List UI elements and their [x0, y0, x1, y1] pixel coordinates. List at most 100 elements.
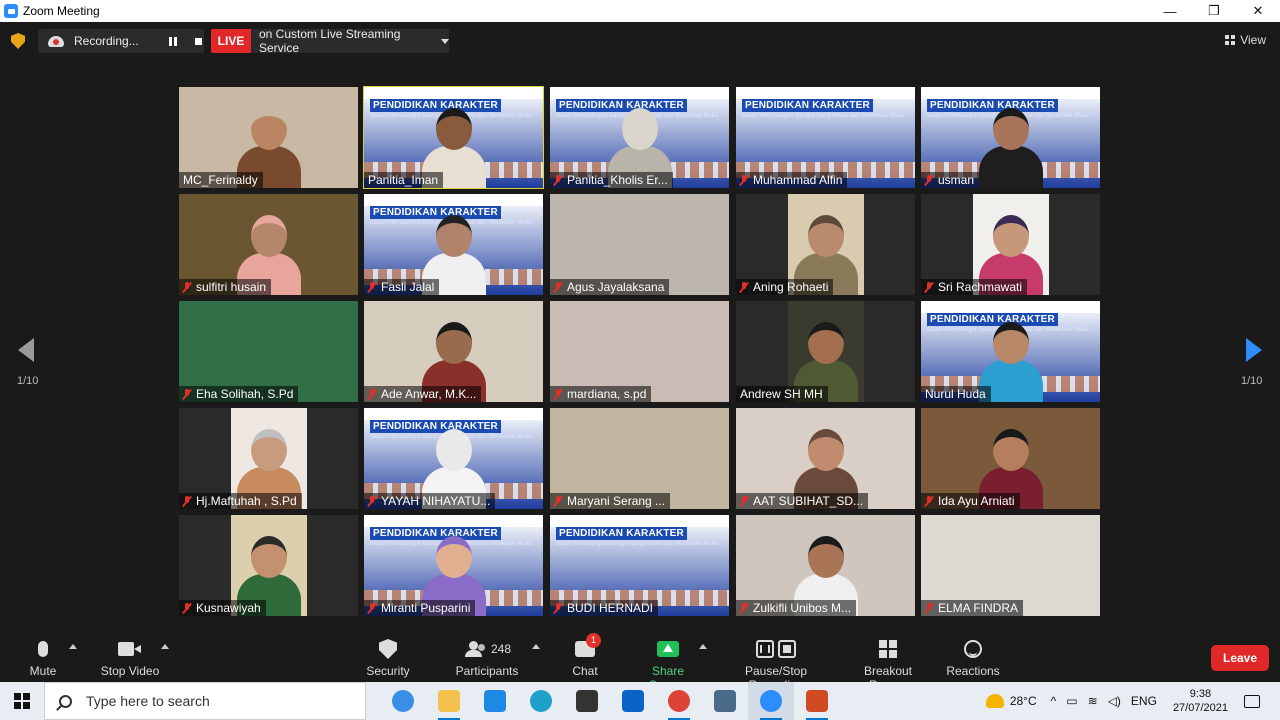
participant-person — [978, 102, 1043, 188]
participant-video-tile[interactable]: Sri Rachmawati — [921, 194, 1100, 295]
participant-video-tile[interactable]: Zulkifli Unibos M... — [736, 515, 915, 616]
previous-page-icon[interactable] — [18, 338, 34, 362]
temperature-label[interactable]: 28°C — [1010, 694, 1037, 708]
muted-microphone-icon — [368, 602, 376, 614]
taskbar-app-app-l[interactable] — [472, 682, 518, 720]
stop-recording-icon[interactable] — [194, 37, 202, 45]
participants-count: 248 — [490, 642, 512, 656]
security-shield-icon[interactable] — [11, 33, 25, 49]
participant-video-tile[interactable]: PENDIDIKAN KARAKTER dalam Membangun Bangs… — [364, 408, 543, 509]
participant-name: BUDI HERNADI — [567, 601, 654, 615]
participant-face — [807, 536, 844, 578]
participant-video-tile[interactable]: PENDIDIKAN KARAKTER dalam Membangun Bangs… — [736, 87, 915, 188]
participant-video-tile[interactable]: PENDIDIKAN KARAKTER dalam Membangun Bangs… — [550, 515, 729, 616]
language-indicator[interactable]: ENG — [1131, 694, 1157, 708]
participant-face — [250, 536, 287, 578]
participant-name-bar: Muhammad Alfin — [736, 172, 848, 188]
live-badge: LIVE — [211, 29, 251, 53]
participant-name: YAYAH NIHAYATU... — [381, 494, 491, 508]
participant-face — [250, 429, 287, 471]
meeting-topbar: Recording... LIVE on Custom Live Streami… — [0, 22, 1280, 60]
taskbar-app-store[interactable] — [564, 682, 610, 720]
taskbar-app-network-app[interactable] — [702, 682, 748, 720]
muted-microphone-icon — [183, 281, 191, 293]
close-button[interactable]: ✕ — [1236, 0, 1280, 22]
taskbar-app-file-explorer[interactable] — [426, 682, 472, 720]
participant-video-tile[interactable]: MC_Ferinaldy — [179, 87, 358, 188]
meeting-toolbar: Mute Stop Video Security 248 Participant… — [0, 633, 1280, 692]
share-screen-icon — [657, 641, 679, 657]
taskbar-search-input[interactable]: Type here to search — [44, 682, 366, 720]
participant-video-tile[interactable]: Andrew SH MH — [736, 301, 915, 402]
muted-microphone-icon — [183, 388, 191, 400]
participant-name-bar: Eha Solihah, S.Pd — [179, 386, 299, 402]
muted-microphone-icon — [925, 602, 933, 614]
participant-name-bar: ELMA FINDRA — [921, 600, 1024, 616]
app-l-icon — [484, 690, 506, 712]
participant-video-tile[interactable]: mardiana, s.pd — [550, 301, 729, 402]
maximize-button[interactable]: ❐ — [1192, 0, 1236, 22]
participant-video-tile[interactable]: PENDIDIKAN KARAKTER dalam Membangun Bangs… — [921, 301, 1100, 402]
participant-video-tile[interactable]: PENDIDIKAN KARAKTER dalam Membangun Bangs… — [364, 515, 543, 616]
taskbar-app-chrome[interactable] — [656, 682, 702, 720]
participant-name-bar: Panitia_Kholis Er... — [550, 172, 673, 188]
taskbar-app-zoom[interactable] — [748, 682, 794, 720]
participant-video-tile[interactable]: PENDIDIKAN KARAKTER dalam Membangun Bangs… — [550, 87, 729, 188]
volume-icon[interactable]: ◁) — [1108, 694, 1121, 708]
participant-name: Maryani Serang ... — [567, 494, 666, 508]
meeting-area: Recording... LIVE on Custom Live Streami… — [0, 22, 1280, 634]
reactions-button[interactable]: Reactions — [946, 638, 1000, 678]
taskbar-app-cortana[interactable] — [380, 682, 426, 720]
chat-button[interactable]: 1 Chat — [568, 633, 602, 678]
chat-icon: 1 — [575, 633, 601, 657]
minimize-button[interactable]: — — [1148, 0, 1192, 22]
battery-icon[interactable]: ▭ — [1066, 694, 1077, 708]
participant-video-tile[interactable]: PENDIDIKAN KARAKTER dalam Membangun Bangs… — [364, 194, 543, 295]
participant-video-tile[interactable]: Aning Rohaeti — [736, 194, 915, 295]
pause-recording-icon[interactable] — [168, 36, 177, 46]
participant-video-tile[interactable]: Agus Jayalaksana — [550, 194, 729, 295]
participant-name: Ade Anwar, M.K... — [381, 387, 477, 401]
live-service-dropdown[interactable]: on Custom Live Streaming Service — [251, 27, 449, 55]
banner-subtitle: dalam Membangun Bangsa yang Hebat dan Be… — [742, 113, 904, 119]
participant-video-tile[interactable]: Eha Solihah, S.Pd — [179, 301, 358, 402]
participant-video-tile[interactable]: Ade Anwar, M.K... — [364, 301, 543, 402]
participant-video-tile[interactable]: PENDIDIKAN KARAKTER dalam Membangun Bangs… — [363, 86, 544, 189]
participant-video-tile[interactable]: PENDIDIKAN KARAKTER dalam Membangun Bangs… — [921, 87, 1100, 188]
notifications-icon[interactable] — [1244, 694, 1260, 708]
stop-video-button[interactable]: Stop Video — [100, 638, 160, 678]
muted-microphone-icon — [740, 281, 748, 293]
chevron-down-icon — [441, 38, 449, 44]
participant-video-tile[interactable]: AAT SUBIHAT_SD... — [736, 408, 915, 509]
taskbar-app-edge[interactable] — [518, 682, 564, 720]
security-button[interactable]: Security — [362, 638, 414, 678]
participant-video-tile[interactable]: sulfitri husain — [179, 194, 358, 295]
participants-button[interactable]: 248 Participants — [455, 638, 519, 678]
taskbar-app-mail[interactable] — [610, 682, 656, 720]
chevron-up-icon[interactable]: ^ — [1051, 694, 1057, 708]
participant-video-tile[interactable]: Hj.Maftuhah , S.Pd — [179, 408, 358, 509]
weather-icon[interactable] — [985, 694, 1004, 708]
taskbar-app-powerpoint[interactable] — [794, 682, 840, 720]
clock[interactable]: 9:38 27/07/2021 — [1173, 687, 1228, 715]
leave-button[interactable]: Leave — [1211, 645, 1269, 671]
start-button[interactable] — [0, 682, 44, 720]
participant-video-tile[interactable]: Maryani Serang ... — [550, 408, 729, 509]
participant-video-tile[interactable]: ELMA FINDRA — [921, 515, 1100, 616]
view-button[interactable]: View — [1225, 33, 1266, 47]
participant-video-tile[interactable]: Kusnawiyah — [179, 515, 358, 616]
mute-button[interactable]: Mute — [24, 638, 62, 678]
share-options-chevron-icon[interactable] — [699, 644, 707, 649]
participant-name: ELMA FINDRA — [938, 601, 1019, 615]
participant-video-tile[interactable]: Ida Ayu Arniati — [921, 408, 1100, 509]
wifi-icon[interactable]: ≋ — [1088, 694, 1098, 708]
chat-unread-badge: 1 — [586, 633, 601, 648]
participant-name: AAT SUBIHAT_SD... — [753, 494, 864, 508]
participants-options-chevron-icon[interactable] — [532, 644, 540, 649]
video-options-chevron-icon[interactable] — [161, 644, 169, 649]
participant-name: Ida Ayu Arniati — [938, 494, 1015, 508]
muted-microphone-icon — [554, 495, 562, 507]
audio-options-chevron-icon[interactable] — [69, 644, 77, 649]
participant-face — [250, 108, 287, 150]
next-page-icon[interactable] — [1246, 338, 1262, 362]
